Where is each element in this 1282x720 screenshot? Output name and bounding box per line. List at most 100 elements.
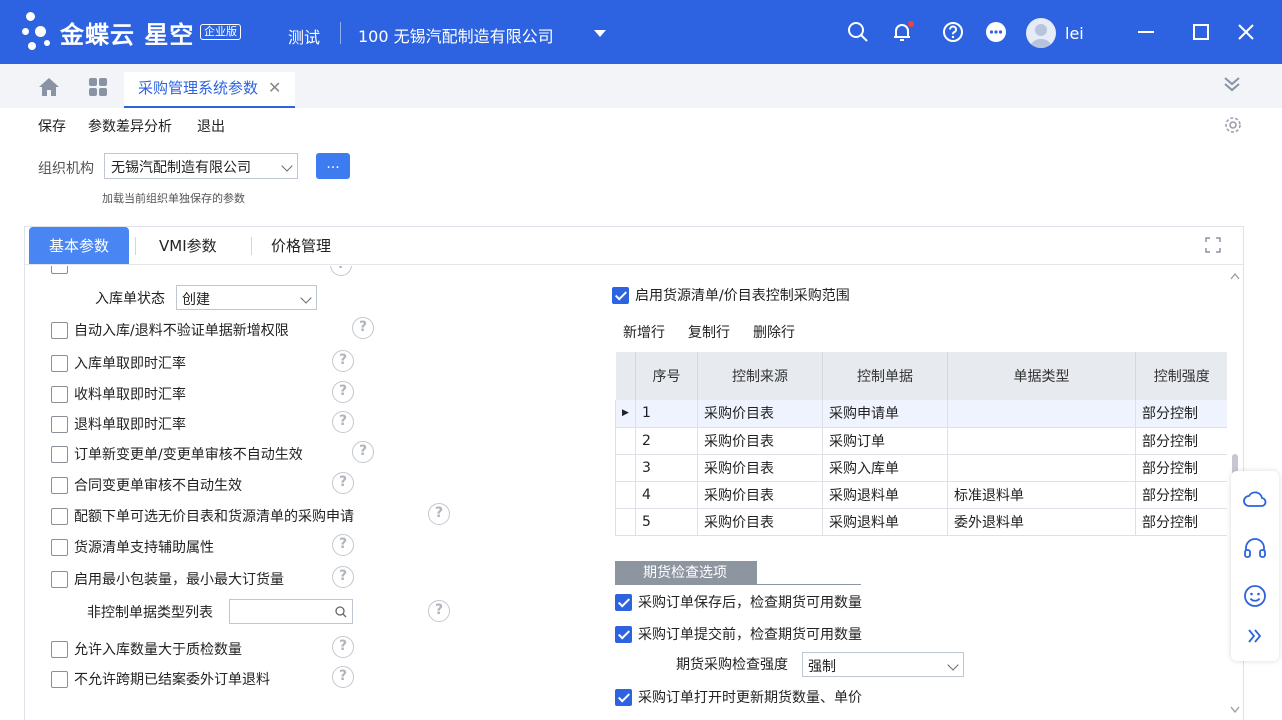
- param-diff-button[interactable]: 参数差异分析: [88, 116, 172, 136]
- grid-cell[interactable]: 部分控制: [1135, 481, 1228, 509]
- bell-icon[interactable]: [890, 20, 914, 44]
- option-checkbox[interactable]: [51, 507, 68, 525]
- grid-cell[interactable]: 采购价目表: [697, 454, 823, 482]
- smiley-icon[interactable]: [1242, 583, 1268, 609]
- grid-cell[interactable]: 部分控制: [1135, 508, 1228, 536]
- tab-purchase-params[interactable]: 采购管理系统参数 ✕: [124, 72, 296, 108]
- option-checkbox[interactable]: [51, 385, 68, 403]
- option-row[interactable]: 允许入库数量大于质检数量: [51, 637, 242, 661]
- option-row[interactable]: 不允许跨期已结案委外订单退料: [51, 667, 270, 691]
- futures-opt-row[interactable]: 采购订单保存后，检查期货可用数量: [615, 590, 862, 614]
- gear-icon[interactable]: [1223, 115, 1243, 135]
- grid-cell[interactable]: 采购价目表: [697, 427, 823, 455]
- table-row[interactable]: 5 采购价目表 采购退料单 委外退料单 部分控制: [615, 508, 1228, 536]
- double-chevron-down-icon[interactable]: [1222, 74, 1242, 94]
- avatar[interactable]: [1026, 18, 1056, 48]
- help-icon[interactable]: ?: [332, 636, 354, 658]
- tab-vmi-params[interactable]: VMI参数: [139, 227, 237, 264]
- help-icon[interactable]: ?: [332, 666, 354, 688]
- headset-icon[interactable]: [1242, 535, 1268, 561]
- table-row[interactable]: 2 采购价目表 采购订单 部分控制: [615, 427, 1228, 455]
- help-icon[interactable]: ?: [332, 381, 354, 403]
- grid-cell[interactable]: [947, 400, 1136, 428]
- grid-cell[interactable]: [947, 427, 1136, 455]
- exit-button[interactable]: 退出: [197, 116, 225, 136]
- grid-cell[interactable]: 采购价目表: [697, 508, 823, 536]
- help-icon[interactable]: ?: [428, 503, 450, 525]
- org-browse-button[interactable]: ...: [316, 153, 350, 179]
- tab-basic-params[interactable]: 基本参数: [29, 227, 130, 264]
- search-icon[interactable]: [335, 606, 347, 618]
- help-icon[interactable]: ?: [332, 566, 354, 588]
- maximize-icon[interactable]: [1189, 20, 1213, 44]
- grid-cell[interactable]: 采购退料单: [822, 481, 948, 509]
- scroll-down-icon[interactable]: [1230, 706, 1240, 714]
- option-row[interactable]: 配额下单可选无价目表和货源清单的采购申请: [51, 504, 354, 528]
- grid-cell[interactable]: 部分控制: [1135, 454, 1228, 482]
- option-row[interactable]: 订单新变更单/变更单审核不自动生效: [51, 442, 303, 466]
- checkbox-partial[interactable]: [51, 266, 68, 274]
- grid-cell[interactable]: 采购订单: [822, 427, 948, 455]
- grid-cell[interactable]: 部分控制: [1135, 427, 1228, 455]
- inbound-status-select[interactable]: 创建: [176, 285, 317, 310]
- enable-scope-row[interactable]: 启用货源清单/价目表控制采购范围: [612, 283, 850, 307]
- option-row[interactable]: 货源清单支持辅助属性: [51, 535, 214, 559]
- double-chevron-right-icon[interactable]: [1242, 623, 1268, 649]
- close-icon[interactable]: [1234, 20, 1258, 44]
- grid-cell[interactable]: 采购价目表: [697, 400, 823, 428]
- grid-header[interactable]: 控制强度: [1135, 352, 1228, 400]
- option-row[interactable]: 合同变更单审核不自动生效: [51, 473, 242, 497]
- grid-cell[interactable]: 4: [635, 481, 698, 509]
- username[interactable]: lei: [1065, 24, 1084, 43]
- noncontrol-type-input[interactable]: [229, 599, 353, 624]
- option-checkbox[interactable]: [51, 570, 68, 588]
- home-icon[interactable]: [38, 77, 60, 97]
- option-row[interactable]: 启用最小包装量，最小最大订货量: [51, 567, 284, 591]
- tab-price-mgmt[interactable]: 价格管理: [251, 227, 351, 264]
- grid-cell[interactable]: 采购退料单: [822, 508, 948, 536]
- scroll-up-icon[interactable]: [1230, 272, 1240, 280]
- grid-cell[interactable]: 5: [635, 508, 698, 536]
- table-row[interactable]: 3 采购价目表 采购入库单 部分控制: [615, 454, 1228, 482]
- env-label[interactable]: 测试: [288, 24, 320, 48]
- help-icon[interactable]: ?: [352, 441, 374, 463]
- grid-header[interactable]: 控制来源: [697, 352, 823, 400]
- delete-row-button[interactable]: 删除行: [753, 322, 795, 342]
- grid-cell[interactable]: 2: [635, 427, 698, 455]
- more-icon[interactable]: [984, 20, 1008, 44]
- option-row[interactable]: 入库单取即时汇率: [51, 351, 186, 375]
- add-row-button[interactable]: 新增行: [623, 322, 665, 342]
- grid-cell[interactable]: 1: [635, 400, 698, 428]
- option-row[interactable]: 退料单取即时汇率: [51, 412, 186, 436]
- option-checkbox[interactable]: [51, 445, 68, 463]
- option-checkbox[interactable]: [51, 476, 68, 494]
- help-icon[interactable]: ?: [352, 317, 374, 339]
- help-icon[interactable]: ?: [332, 534, 354, 556]
- table-row[interactable]: ▶ 1 采购价目表 采购申请单 部分控制: [615, 400, 1228, 428]
- grid-cell[interactable]: 3: [635, 454, 698, 482]
- save-button[interactable]: 保存: [38, 116, 66, 136]
- fullscreen-icon[interactable]: [1205, 237, 1221, 253]
- option-row[interactable]: 收料单取即时汇率: [51, 382, 186, 406]
- help-icon[interactable]: ?: [332, 350, 354, 372]
- futures-opt-row[interactable]: 采购订单提交前，检查期货可用数量: [615, 622, 862, 646]
- futures-opt-row[interactable]: 采购订单打开时更新期货数量、单价: [615, 685, 862, 709]
- help-icon[interactable]: [941, 20, 965, 44]
- enable-scope-checkbox[interactable]: [612, 286, 629, 304]
- grid-cell[interactable]: 采购申请单: [822, 400, 948, 428]
- tab-close-icon[interactable]: ✕: [268, 78, 281, 97]
- help-icon[interactable]: ?: [332, 472, 354, 494]
- futures-strength-select[interactable]: 强制: [802, 652, 964, 677]
- grid-header[interactable]: 序号: [635, 352, 698, 400]
- option-checkbox[interactable]: [51, 321, 68, 339]
- help-icon[interactable]: ?: [332, 411, 354, 433]
- grid-header[interactable]: 单据类型: [947, 352, 1136, 400]
- option-checkbox[interactable]: [51, 415, 68, 433]
- minimize-icon[interactable]: [1134, 20, 1158, 44]
- help-icon[interactable]: ?: [428, 600, 450, 622]
- grid-header[interactable]: 控制单据: [822, 352, 948, 400]
- chevron-down-icon[interactable]: [594, 30, 606, 37]
- copy-row-button[interactable]: 复制行: [688, 322, 730, 342]
- company-switcher[interactable]: 100 无锡汽配制造有限公司: [358, 23, 554, 47]
- grid-cell[interactable]: 采购价目表: [697, 481, 823, 509]
